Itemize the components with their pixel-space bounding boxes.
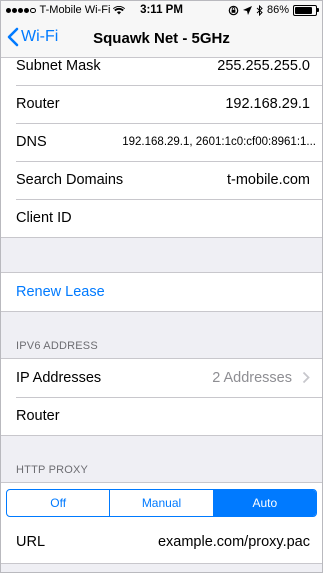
renew-lease-group: Renew Lease (1, 272, 322, 312)
ipv6-section-header: IPV6 ADDRESS (16, 340, 98, 352)
status-bar-overlay: T-Mobile Wi-Fi 3:11 PM 86% (1, 1, 322, 21)
dns-row[interactable]: DNS 192.168.29.1, 2601:1c0:cf00:8961:1..… (1, 123, 322, 161)
router-row: Router 192.168.29.1 (1, 85, 322, 123)
proxy-url-value[interactable]: example.com/proxy.pac (158, 534, 310, 550)
ipv6-router-row: Router (1, 397, 322, 435)
location-icon (242, 5, 252, 15)
ipv4-group: Subnet Mask 255.255.255.0 Router 192.168… (1, 47, 322, 238)
proxy-mode-auto[interactable]: Auto (213, 490, 316, 516)
dns-label: DNS (16, 134, 47, 150)
router-value: 192.168.29.1 (225, 96, 310, 112)
rotation-lock-icon (228, 5, 239, 15)
proxy-mode-manual[interactable]: Manual (110, 490, 214, 516)
ip-addresses-label: IP Addresses (16, 370, 102, 386)
dns-value: 192.168.29.1, 2601:1c0:cf00:8961:1... (122, 136, 316, 148)
ipv6-group: IP Addresses 2 Addresses Router (1, 358, 322, 436)
proxy-url-label: URL (16, 534, 46, 550)
ipv6-router-label: Router (16, 408, 60, 424)
http-proxy-section-header: HTTP PROXY (16, 464, 89, 476)
ip-addresses-row[interactable]: IP Addresses 2 Addresses (1, 359, 322, 397)
search-domains-row[interactable]: Search Domains t-mobile.com (1, 161, 322, 199)
ip-addresses-value: 2 Addresses (212, 370, 292, 386)
battery-percent: 86% (266, 4, 289, 16)
renew-lease-row[interactable]: Renew Lease (1, 273, 322, 311)
client-id-label: Client ID (16, 210, 72, 226)
subnet-mask-value: 255.255.255.0 (217, 58, 310, 74)
proxy-url-row[interactable]: URL example.com/proxy.pac (1, 521, 322, 561)
client-id-row[interactable]: Client ID (1, 199, 322, 237)
subnet-mask-label: Subnet Mask (16, 58, 101, 74)
proxy-mode-container: Off Manual Auto (1, 483, 322, 521)
page-title-overlay: Squawk Net - 5GHz (93, 30, 230, 47)
status-right: 86% (228, 4, 319, 16)
search-domains-label: Search Domains (16, 172, 124, 188)
renew-lease-button[interactable]: Renew Lease (16, 284, 105, 300)
settings-screen: T-Mobile Wi-Fi 3:11 PM 86% (0, 0, 323, 573)
proxy-mode-segmented-control[interactable]: Off Manual Auto (6, 489, 317, 517)
search-domains-value: t-mobile.com (227, 172, 310, 188)
battery-icon (293, 4, 319, 16)
proxy-mode-off[interactable]: Off (7, 490, 111, 516)
router-label: Router (16, 96, 60, 112)
bluetooth-icon (256, 4, 263, 16)
navigation-bar-overlay: Wi-Fi Squawk Net - 5GHz (1, 21, 322, 58)
http-proxy-group: Off Manual Auto URL example.com/proxy.pa… (1, 482, 322, 564)
chevron-right-icon (302, 371, 310, 384)
